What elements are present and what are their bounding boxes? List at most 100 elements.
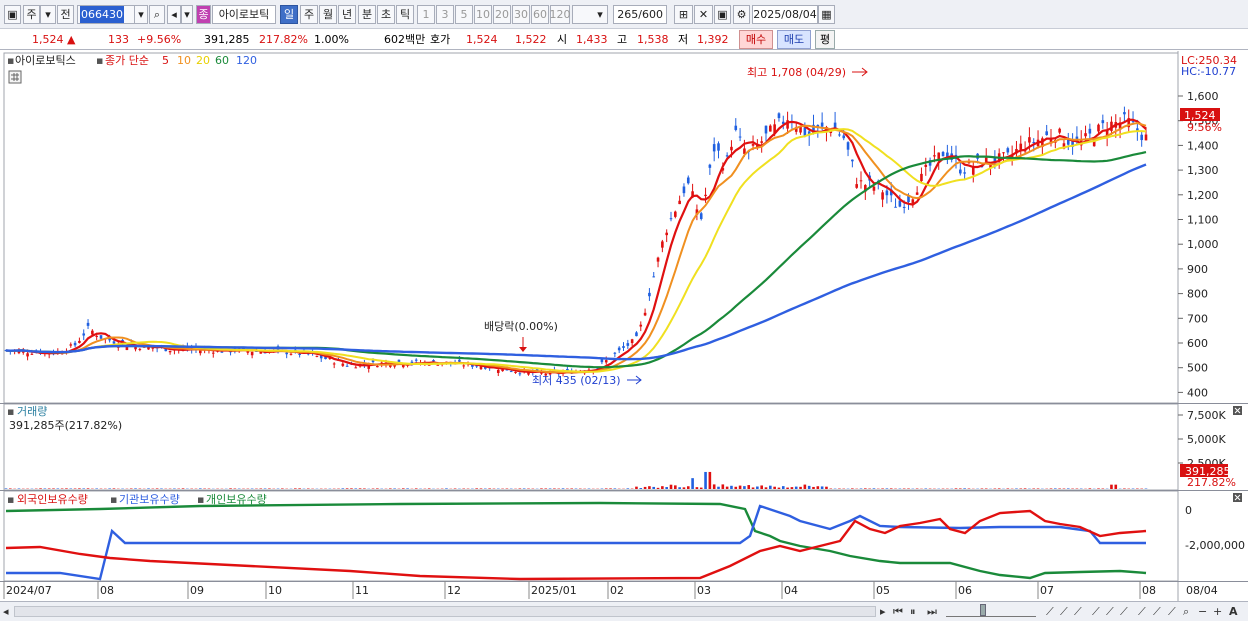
chart-area[interactable]: ▪ 아이로보틱스 ▪ 종가 단순 5 10 20 60 120 최고 1,708… — [0, 51, 1248, 601]
buy-button[interactable]: 매수 — [739, 30, 773, 49]
current-pct-axis-label: 9.56% — [1187, 121, 1222, 134]
zoom-slider-thumb[interactable] — [980, 604, 986, 616]
candle-body — [838, 134, 841, 136]
volume-bar — [747, 485, 751, 489]
high-annotation: 최고 1,708 (04/29) — [747, 66, 868, 79]
period-tab-1[interactable]: 주 — [300, 5, 318, 24]
interval-custom-select[interactable]: ▾ — [572, 5, 608, 24]
legend-ma-10: 10 — [177, 54, 191, 67]
draw-tool-icon-6[interactable]: ⟋ — [1120, 604, 1128, 619]
market-select[interactable]: 주 — [23, 5, 40, 24]
stock-code-input[interactable]: 066430 — [77, 5, 135, 24]
dividend-annotation-text: 배당락(0.00%) — [484, 320, 558, 333]
scroll-left-icon[interactable]: ◂ — [3, 604, 9, 619]
volume-bar — [812, 486, 815, 489]
interval-tab-10[interactable]: 10 — [474, 5, 492, 24]
date-field[interactable]: 2025/08/04 — [752, 5, 818, 24]
prev-button[interactable]: 전 — [57, 5, 74, 24]
market-dropdown-icon[interactable]: ▾ — [40, 5, 56, 24]
first-page-icon[interactable]: ⏮ — [893, 604, 903, 619]
open-price: 1,433 — [576, 33, 608, 46]
volume-bar — [358, 488, 362, 489]
settings-gear-icon[interactable]: ⚙ — [733, 5, 750, 24]
interval-tab-3[interactable]: 3 — [436, 5, 454, 24]
bar-count-field[interactable]: 265/600 — [613, 5, 667, 24]
stock-name[interactable]: 아이로보틱 — [212, 5, 276, 24]
indicator-icon[interactable]: ✕ — [694, 5, 713, 24]
sell-button[interactable]: 매도 — [777, 30, 811, 49]
ma-line-10 — [5, 121, 1147, 374]
volume-bar — [52, 488, 55, 489]
calendar-icon[interactable]: ▦ — [818, 5, 835, 24]
candle-body — [341, 363, 345, 366]
scroll-right-icon[interactable]: ▸ — [880, 604, 886, 619]
zoom-search-icon[interactable]: ⌕ — [1183, 604, 1189, 619]
interval-tab-60[interactable]: 60 — [531, 5, 549, 24]
chart-tools-icon[interactable]: ⊞ — [674, 5, 693, 24]
interval-tab-1[interactable]: 1 — [417, 5, 435, 24]
high-price: 1,538 — [637, 33, 669, 46]
horizontal-scrollbar[interactable] — [14, 606, 876, 617]
speaker-dropdown-icon[interactable]: ▾ — [181, 5, 193, 24]
turnover-rate: 1.00% — [314, 33, 349, 46]
layout-icon[interactable]: ▣ — [4, 5, 21, 24]
interval-tab-5[interactable]: 5 — [455, 5, 473, 24]
draw-tool-icon-7[interactable]: ⟋ — [1138, 604, 1146, 619]
ask-label: 호가 — [430, 33, 451, 46]
volume-tick-label: 7,500K — [1187, 409, 1226, 422]
interval-tab-20[interactable]: 20 — [493, 5, 511, 24]
candle-body — [1028, 137, 1031, 143]
avg-button[interactable]: 평 — [815, 30, 835, 49]
interval-tab-30[interactable]: 30 — [512, 5, 530, 24]
period-tab-6[interactable]: 틱 — [396, 5, 414, 24]
candle-body — [1097, 124, 1100, 132]
bar-count-max: /600 — [638, 8, 663, 21]
volume-bar — [363, 488, 366, 489]
draw-tool-icon-3[interactable]: ⟋ — [1074, 604, 1082, 619]
volume-bar — [341, 488, 345, 489]
code-dropdown-icon[interactable]: ▾ — [134, 5, 148, 24]
candle-body — [678, 200, 681, 205]
candle-body — [635, 332, 638, 337]
draw-tool-icon[interactable]: ⟋ — [1046, 604, 1054, 619]
grid-toggle-icon[interactable] — [8, 70, 22, 84]
candle-body — [734, 125, 738, 130]
volume-bar — [656, 487, 660, 489]
open-label: 시 — [557, 33, 568, 46]
draw-tool-icon-8[interactable]: ⟋ — [1153, 604, 1161, 619]
zoom-in-icon[interactable]: + — [1213, 604, 1222, 619]
candle-body — [613, 352, 617, 354]
stock-chart[interactable]: ▪ 아이로보틱스 ▪ 종가 단순 5 10 20 60 120 최고 1,708… — [0, 51, 1248, 601]
font-size-icon[interactable]: A — [1229, 604, 1238, 619]
draw-tool-icon-5[interactable]: ⟋ — [1106, 604, 1114, 619]
candle-body — [738, 136, 742, 138]
zoom-out-icon[interactable]: − — [1198, 604, 1207, 619]
candle-body — [725, 155, 729, 157]
volume-title: 거래량 — [17, 405, 47, 418]
zoom-slider[interactable] — [946, 604, 1036, 617]
period-tab-5[interactable]: 초 — [377, 5, 395, 24]
volume-bar — [643, 486, 647, 489]
period-tab-3[interactable]: 년 — [338, 5, 356, 24]
search-icon[interactable]: ⌕ — [149, 5, 165, 24]
candle-body — [622, 346, 625, 348]
speaker-icon[interactable]: ◂ — [167, 5, 181, 24]
interval-tab-120[interactable]: 120 — [550, 5, 571, 24]
candle-body — [604, 360, 608, 363]
period-tab-0[interactable]: 일 — [280, 5, 298, 24]
x-axis-label: 06 — [958, 584, 972, 597]
draw-tool-icon-9[interactable]: ⟋ — [1168, 604, 1176, 619]
volume-bar — [725, 486, 729, 489]
volume-bar — [959, 488, 962, 489]
x-axis-label: 12 — [447, 584, 461, 597]
save-icon[interactable]: ▣ — [714, 5, 731, 24]
last-page-icon[interactable]: ⏭ — [927, 604, 937, 619]
period-tab-4[interactable]: 분 — [358, 5, 376, 24]
draw-tool-icon-4[interactable]: ⟋ — [1092, 604, 1100, 619]
draw-tool-icon-2[interactable]: ⟋ — [1060, 604, 1068, 619]
candle-body — [881, 192, 884, 200]
pause-icon[interactable]: ⏸ — [910, 604, 916, 619]
period-tab-2[interactable]: 월 — [319, 5, 337, 24]
volume-bar — [712, 484, 716, 489]
volume-bar — [963, 488, 966, 489]
